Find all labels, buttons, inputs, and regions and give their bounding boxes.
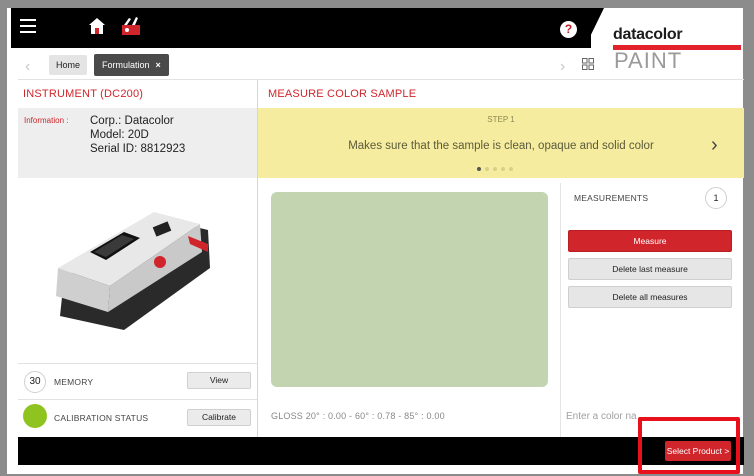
- measure-button[interactable]: Measure: [568, 230, 732, 252]
- back-chevron-icon[interactable]: ‹: [25, 58, 30, 76]
- step-title: STEP 1: [487, 115, 515, 124]
- breadcrumb-formulation[interactable]: Formulation ×: [94, 54, 169, 76]
- measurements-count-badge: 1: [705, 187, 727, 209]
- color-sample-swatch: [271, 192, 548, 387]
- select-product-button[interactable]: Select Product >: [665, 441, 731, 461]
- instrument-title: INSTRUMENT (DC200): [23, 88, 144, 100]
- next-step-chevron-icon[interactable]: ›: [711, 134, 718, 157]
- instrument-model: Model: 20D: [90, 129, 149, 141]
- bottom-bar: [18, 437, 744, 465]
- datacolor-logo: datacolor: [613, 26, 683, 43]
- delete-all-measures-button[interactable]: Delete all measures: [568, 286, 732, 308]
- breadcrumb-home[interactable]: Home: [49, 55, 88, 75]
- calibration-label: CALIBRATION STATUS: [54, 413, 149, 423]
- memory-divider: [18, 363, 257, 364]
- instrument-serial: Serial ID: 8812923: [90, 143, 186, 155]
- instrument-corp: Corp.: Datacolor: [90, 115, 174, 127]
- gloss-readout: GLOSS 20° : 0.00 - 60° : 0.78 - 85° : 0.…: [271, 411, 445, 421]
- step-instruction: Makes sure that the sample is clean, opa…: [348, 140, 654, 152]
- measurements-title: MEASUREMENTS: [574, 193, 649, 203]
- close-icon[interactable]: ×: [156, 60, 161, 70]
- header-divider: [18, 79, 744, 80]
- step-dot[interactable]: [477, 167, 481, 171]
- step-dot[interactable]: [493, 167, 497, 171]
- memory-label: MEMORY: [54, 377, 94, 387]
- calibrate-button[interactable]: Calibrate: [187, 409, 251, 426]
- delete-last-measure-button[interactable]: Delete last measure: [568, 258, 732, 280]
- tools-icon[interactable]: [120, 16, 142, 36]
- paint-logo: PAINT: [614, 48, 683, 73]
- calibration-status-indicator: [23, 404, 47, 428]
- grid-view-icon[interactable]: [582, 58, 594, 70]
- step-dot[interactable]: [485, 167, 489, 171]
- calibration-divider: [18, 399, 257, 400]
- info-label: Information :: [24, 116, 69, 125]
- measure-title: MEASURE COLOR SAMPLE: [268, 88, 417, 100]
- step-dot[interactable]: [509, 167, 513, 171]
- view-button[interactable]: View: [187, 372, 251, 389]
- step-dot[interactable]: [501, 167, 505, 171]
- hamburger-menu-icon[interactable]: [20, 19, 36, 33]
- breadcrumb-formulation-label: Formulation: [102, 60, 150, 70]
- forward-chevron-icon[interactable]: ›: [560, 58, 565, 76]
- measurements-divider: [560, 183, 561, 437]
- help-icon[interactable]: ?: [560, 21, 577, 38]
- color-name-input[interactable]: [566, 405, 646, 427]
- instrument-device-image: [56, 212, 210, 330]
- memory-count-badge: 30: [24, 371, 46, 393]
- home-icon[interactable]: [88, 17, 106, 35]
